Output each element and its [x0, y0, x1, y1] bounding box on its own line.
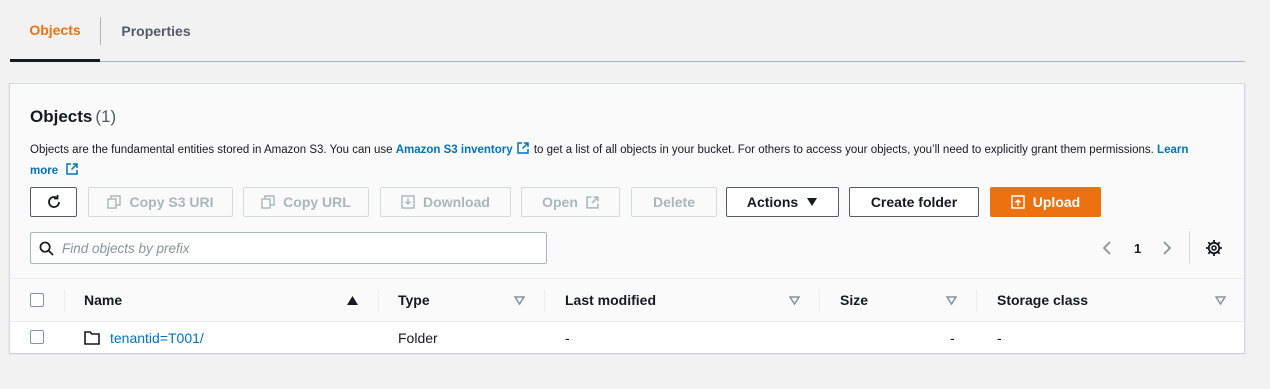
select-all-checkbox[interactable] [30, 293, 44, 307]
column-divider [819, 290, 820, 312]
column-divider [544, 290, 545, 312]
objects-panel: Objects (1) Objects are the fundamental e… [9, 83, 1245, 353]
panel-title-text: Objects [30, 107, 93, 126]
tab-objects[interactable]: Objects [10, 0, 100, 62]
create-folder-button[interactable]: Create folder [849, 187, 979, 217]
download-button[interactable]: Download [380, 187, 511, 217]
delete-button[interactable]: Delete [631, 187, 717, 217]
tab-properties[interactable]: Properties [101, 0, 211, 62]
download-icon [401, 195, 415, 209]
page-number[interactable]: 1 [1134, 232, 1141, 264]
open-label: Open [542, 194, 578, 210]
copy-url-button[interactable]: Copy URL [243, 187, 369, 217]
column-divider [64, 290, 65, 312]
previous-page-button[interactable] [1100, 232, 1114, 264]
upload-icon [1011, 195, 1025, 209]
copy-s3-uri-label: Copy S3 URI [129, 194, 214, 210]
upload-button[interactable]: Upload [990, 187, 1101, 217]
external-link-icon [586, 195, 599, 209]
description-text-1: Objects are the fundamental entities sto… [30, 144, 396, 156]
table-header: Name Type Last modified Size Storage cla… [10, 278, 1244, 322]
s3-inventory-link[interactable]: Amazon S3 inventory [396, 144, 513, 156]
search-icon [39, 241, 54, 256]
column-divider [976, 290, 977, 312]
copy-icon [107, 195, 122, 209]
delete-label: Delete [652, 194, 696, 210]
size-cell: - [950, 329, 955, 346]
open-button[interactable]: Open [521, 187, 620, 217]
storage-class-cell: - [997, 329, 1002, 346]
sort-icon[interactable] [514, 279, 525, 321]
search-box [30, 232, 547, 264]
tab-bar: Objects Properties [10, 0, 1245, 62]
sort-icon[interactable] [946, 279, 957, 321]
caret-down-icon [807, 198, 818, 206]
actions-dropdown[interactable]: Actions [726, 187, 839, 217]
actions-label: Actions [746, 194, 799, 210]
last-modified-cell: - [565, 329, 570, 346]
refresh-button[interactable] [30, 187, 77, 217]
column-header-storage-class[interactable]: Storage class [997, 279, 1088, 321]
table-row: tenantid=T001/ Folder - - - [10, 322, 1244, 353]
chevron-left-icon [1102, 241, 1111, 255]
column-divider [378, 290, 379, 312]
sort-ascending-icon[interactable] [347, 279, 358, 321]
external-link-icon [516, 142, 529, 154]
folder-icon [84, 330, 100, 345]
column-header-last-modified[interactable]: Last modified [565, 279, 656, 321]
pagination-divider [1189, 231, 1190, 263]
copy-s3-uri-button[interactable]: Copy S3 URI [88, 187, 233, 217]
search-input[interactable] [62, 240, 522, 256]
gear-icon [1206, 240, 1222, 256]
copy-url-label: Copy URL [283, 194, 351, 210]
panel-title: Objects (1) [30, 107, 116, 127]
row-checkbox[interactable] [30, 330, 44, 344]
column-header-type[interactable]: Type [398, 279, 430, 321]
next-page-button[interactable] [1160, 232, 1174, 264]
copy-icon [261, 195, 275, 209]
panel-description: Objects are the fundamental entities sto… [30, 140, 1200, 182]
external-link-icon [66, 163, 78, 175]
name-cell: tenantid=T001/ [84, 322, 204, 353]
upload-label: Upload [1032, 194, 1081, 210]
column-header-size[interactable]: Size [840, 279, 868, 321]
preferences-button[interactable] [1205, 232, 1223, 264]
type-cell: Folder [398, 329, 438, 346]
refresh-icon [47, 195, 60, 208]
objects-panel-header: Objects (1) Objects are the fundamental e… [10, 84, 1244, 278]
chevron-right-icon [1163, 241, 1172, 255]
sort-icon[interactable] [1215, 279, 1226, 321]
object-count: (1) [95, 107, 117, 126]
description-text-2: to get a list of all objects in your buc… [530, 144, 1158, 156]
column-header-name[interactable]: Name [84, 279, 122, 321]
sort-icon[interactable] [789, 279, 800, 321]
object-name-link[interactable]: tenantid=T001/ [110, 330, 204, 346]
download-label: Download [423, 194, 490, 210]
create-folder-label: Create folder [870, 194, 958, 210]
